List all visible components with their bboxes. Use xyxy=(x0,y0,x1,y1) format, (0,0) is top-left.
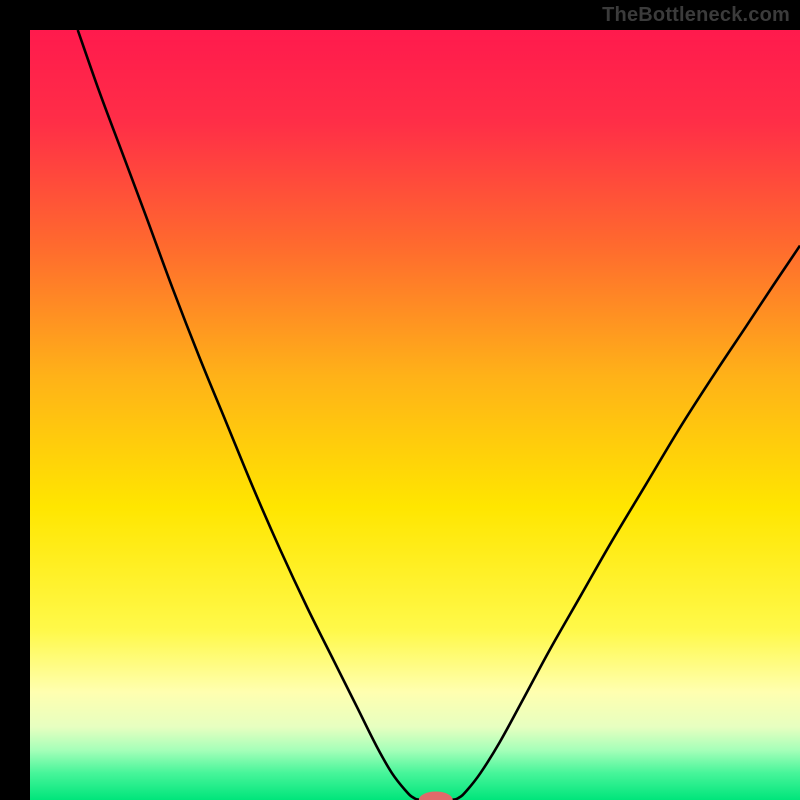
bottleneck-chart xyxy=(0,0,800,800)
gradient-background xyxy=(30,30,800,800)
watermark-text: TheBottleneck.com xyxy=(602,4,790,27)
chart-stage: TheBottleneck.com xyxy=(0,0,800,800)
